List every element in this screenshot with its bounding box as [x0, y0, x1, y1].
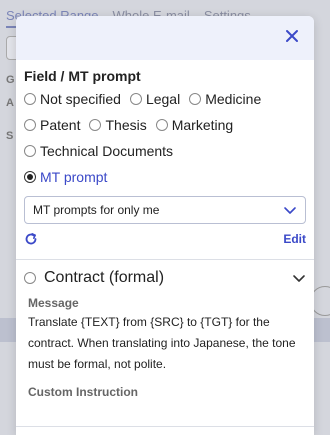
background-label-a: A: [6, 97, 14, 109]
radio-row-2: Patent Thesis Marketing: [24, 112, 306, 138]
bottom-divider: [16, 426, 314, 427]
radio-dot: [24, 119, 36, 131]
radio-marketing[interactable]: Marketing: [155, 117, 234, 133]
radio-label: Patent: [40, 117, 81, 133]
radio-dot: [155, 119, 168, 131]
radio-not-specified[interactable]: Not specified: [24, 91, 121, 107]
prompt-settings-modal: Field / MT prompt Not specified Legal Me…: [16, 16, 314, 435]
field-title: Field / MT prompt: [24, 68, 141, 84]
radio-dot: [129, 93, 142, 105]
prompt-radio[interactable]: [24, 272, 36, 284]
refresh-icon[interactable]: [24, 232, 38, 246]
radio-thesis[interactable]: Thesis: [89, 117, 147, 133]
radio-row-1: Not specified Legal Medicine: [24, 86, 306, 112]
prompt-item-header[interactable]: Contract (formal): [16, 260, 314, 296]
mt-prompt-scope-select[interactable]: MT prompts for only me: [24, 196, 306, 224]
close-icon[interactable]: [284, 28, 300, 44]
radio-dot: [189, 93, 202, 105]
radio-row-3: Technical Documents: [24, 138, 306, 164]
chevron-down-icon[interactable]: [292, 271, 306, 285]
radio-legal[interactable]: Legal: [129, 91, 181, 107]
radio-dot: [24, 145, 36, 157]
modal-header: [16, 16, 314, 60]
radio-technical-documents[interactable]: Technical Documents: [24, 143, 173, 159]
message-text: Translate {TEXT} from {SRC} to {TGT} for…: [28, 315, 296, 371]
message-label: Message: [28, 296, 79, 310]
select-value: MT prompts for only me: [33, 203, 160, 217]
prompt-toolbar: Edit: [24, 224, 306, 254]
radio-patent[interactable]: Patent: [24, 117, 80, 133]
radio-label: Medicine: [205, 91, 262, 107]
radio-label: Not specified: [40, 91, 121, 107]
radio-mt-prompt[interactable]: MT prompt: [24, 169, 107, 185]
radio-dot: [24, 93, 36, 105]
radio-dot: [89, 119, 102, 131]
chevron-down-icon: [284, 207, 296, 214]
prompt-title: Contract (formal): [44, 269, 165, 286]
background-label-s: S: [6, 130, 14, 142]
radio-label: Thesis: [105, 117, 147, 133]
radio-label: Marketing: [171, 117, 234, 133]
radio-row-4: MT prompt: [24, 164, 306, 190]
radio-label: Legal: [145, 91, 181, 107]
radio-label: Technical Documents: [40, 143, 174, 159]
radio-medicine[interactable]: Medicine: [189, 91, 261, 107]
radio-dot-checked: [24, 171, 36, 183]
radio-label: MT prompt: [40, 169, 108, 185]
background-label-g: G: [6, 74, 15, 86]
edit-button[interactable]: Edit: [283, 232, 306, 246]
custom-instruction-label: Custom Instruction: [28, 385, 138, 399]
